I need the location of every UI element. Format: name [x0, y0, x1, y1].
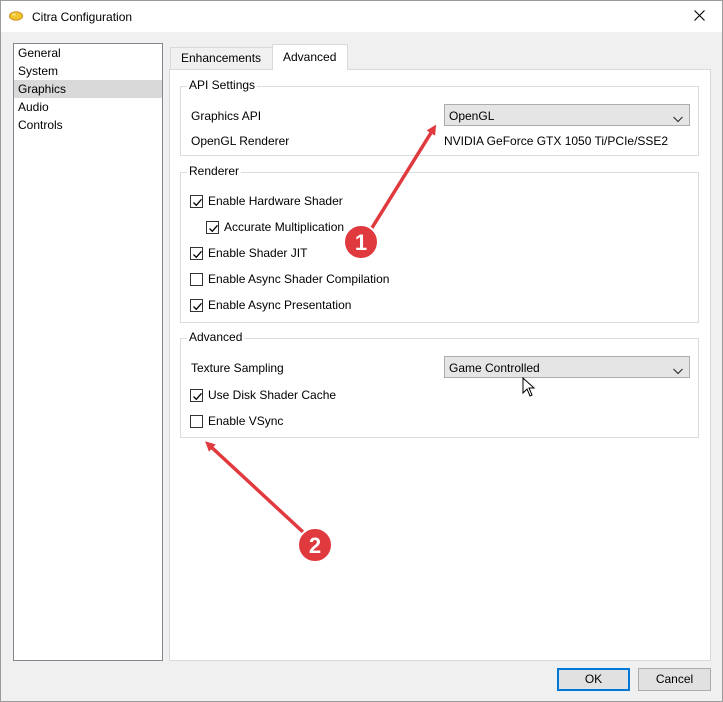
citra-app-icon — [9, 10, 23, 21]
renderer-label: OpenGL Renderer — [191, 134, 290, 148]
checkbox-checked[interactable] — [190, 298, 203, 312]
cancel-button[interactable]: Cancel — [638, 668, 711, 691]
tab-panel-advanced: API Settings Graphics API OpenGL OpenGL … — [169, 69, 711, 661]
close-icon — [693, 9, 705, 24]
async-shader-compilation-checkbox[interactable]: Enable Async Shader Compilation — [190, 271, 389, 287]
tab-enhancements[interactable]: Enhancements — [170, 47, 273, 69]
checkbox-label: Enable Async Shader Compilation — [208, 272, 390, 286]
api-settings-group: API Settings Graphics API OpenGL OpenGL … — [180, 78, 699, 156]
title-bar: Citra Configuration — [1, 1, 722, 32]
sidebar-item-controls[interactable]: Controls — [14, 116, 162, 134]
sidebar-item-general[interactable]: General — [14, 44, 162, 62]
sidebar-item-graphics[interactable]: Graphics — [14, 80, 162, 98]
shader-jit-checkbox[interactable]: Enable Shader JIT — [190, 245, 307, 261]
checkbox-unchecked[interactable] — [190, 272, 203, 286]
tab-label: Enhancements — [181, 51, 262, 65]
sidebar-item-label: Graphics — [18, 82, 67, 96]
advanced-group: Advanced Texture Sampling Game Controlle… — [180, 330, 699, 438]
renderer-group: Renderer Enable Hardware Shader Accurate… — [180, 164, 699, 323]
chevron-down-icon — [673, 364, 683, 375]
sidebar-item-system[interactable]: System — [14, 62, 162, 80]
accurate-multiplication-checkbox[interactable]: Accurate Multiplication — [206, 219, 344, 235]
texture-sampling-dropdown[interactable]: Game Controlled — [444, 356, 690, 378]
group-title: Renderer — [187, 164, 242, 178]
window-title: Citra Configuration — [32, 10, 133, 24]
texture-sampling-label: Texture Sampling — [191, 361, 284, 375]
sidebar-item-label: General — [18, 46, 61, 60]
checkbox-label: Enable Hardware Shader — [208, 194, 343, 208]
tab-advanced[interactable]: Advanced — [272, 44, 348, 70]
sidebar-item-audio[interactable]: Audio — [14, 98, 162, 116]
dropdown-value: OpenGL — [449, 109, 495, 123]
checkbox-label: Enable VSync — [208, 414, 284, 428]
checkbox-checked[interactable] — [190, 194, 203, 208]
group-title: API Settings — [187, 78, 258, 92]
sidebar-item-label: Audio — [18, 100, 49, 114]
checkbox-label: Accurate Multiplication — [224, 220, 345, 234]
group-title: Advanced — [187, 330, 245, 344]
graphics-api-dropdown[interactable]: OpenGL — [444, 104, 690, 126]
hardware-shader-checkbox[interactable]: Enable Hardware Shader — [190, 193, 343, 209]
checkbox-label: Enable Async Presentation — [208, 298, 352, 312]
chevron-down-icon — [673, 112, 683, 123]
renderer-value: NVIDIA GeForce GTX 1050 Ti/PCIe/SSE2 — [444, 134, 669, 148]
config-window: Citra Configuration General System Graph… — [0, 0, 723, 702]
category-list: General System Graphics Audio Controls — [13, 43, 163, 661]
checkbox-label: Use Disk Shader Cache — [208, 388, 337, 402]
dropdown-value: Game Controlled — [449, 361, 540, 375]
sidebar-item-label: Controls — [18, 118, 63, 132]
checkbox-unchecked[interactable] — [190, 414, 203, 428]
tab-label: Advanced — [283, 50, 337, 64]
sidebar-item-label: System — [18, 64, 59, 78]
ok-button[interactable]: OK — [557, 668, 630, 691]
checkbox-checked[interactable] — [206, 220, 219, 234]
checkbox-checked[interactable] — [190, 246, 203, 260]
checkbox-label: Enable Shader JIT — [208, 246, 308, 260]
graphics-api-label: Graphics API — [191, 109, 262, 123]
checkbox-checked[interactable] — [190, 388, 203, 402]
close-button[interactable] — [676, 1, 722, 32]
disk-shader-cache-checkbox[interactable]: Use Disk Shader Cache — [190, 387, 336, 403]
vsync-checkbox[interactable]: Enable VSync — [190, 413, 283, 429]
async-presentation-checkbox[interactable]: Enable Async Presentation — [190, 297, 351, 313]
